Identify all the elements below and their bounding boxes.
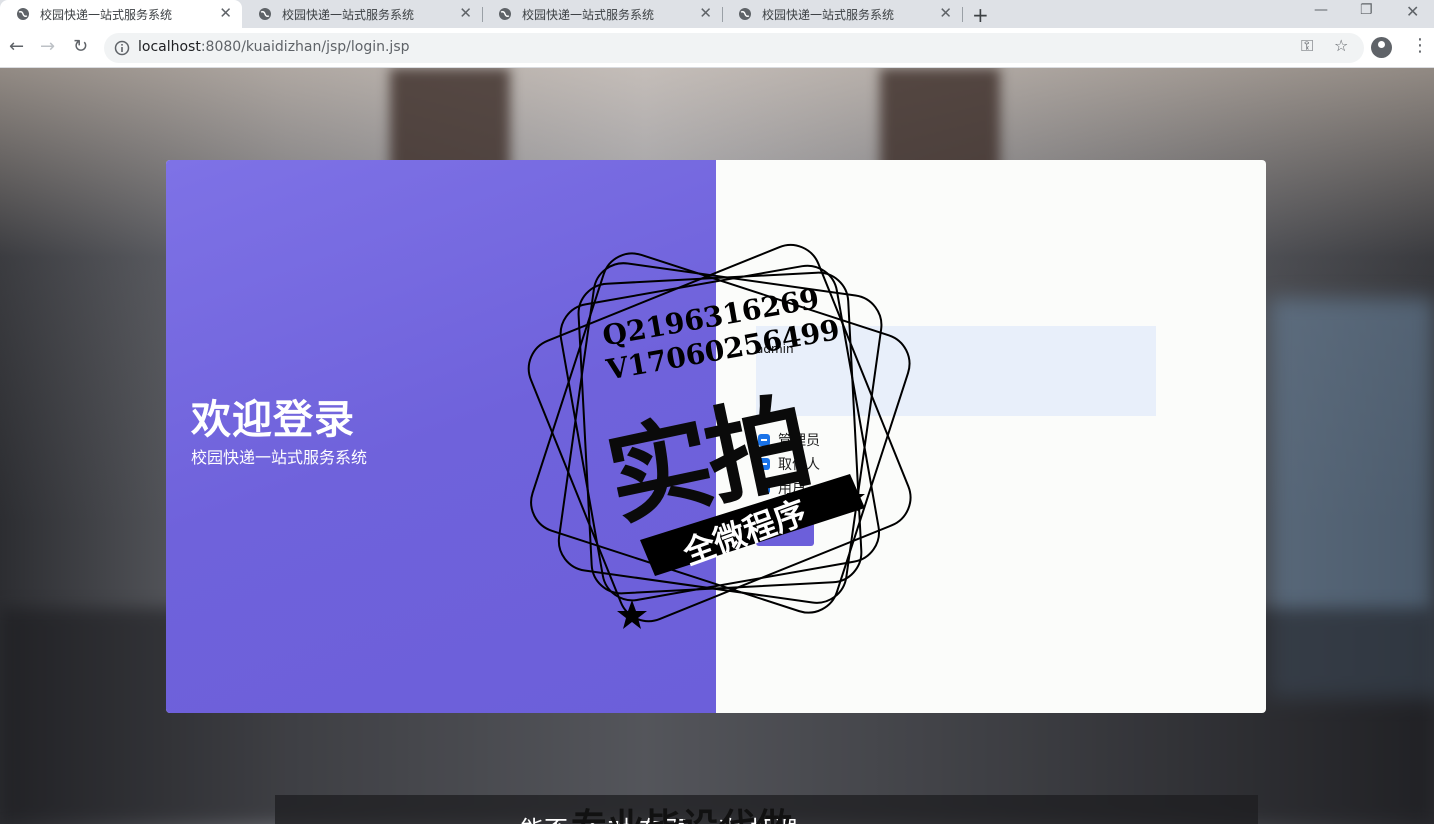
window-close-icon[interactable]: ✕ [1406, 2, 1419, 21]
tab-title: 校园快递一站式服务系统 [282, 7, 415, 22]
url-text: localhost:8080/kuaidizhan/jsp/login.jsp [138, 39, 410, 55]
globe-icon [17, 8, 29, 20]
globe-icon [499, 8, 511, 20]
url-path: :8080/kuaidizhan/jsp/login.jsp [200, 39, 410, 55]
close-tab-icon[interactable]: ✕ [459, 6, 472, 21]
globe-icon [739, 8, 751, 20]
tab-3[interactable]: 校园快递一站式服务系统 ✕ [482, 0, 722, 28]
tab-4[interactable]: 校园快递一站式服务系统 ✕ [722, 0, 962, 28]
tab-1[interactable]: 校园快递一站式服务系统 ✕ [0, 0, 242, 28]
address-bar[interactable]: localhost:8080/kuaidizhan/jsp/login.jsp [104, 33, 1364, 63]
menu-icon[interactable]: ⋮ [1411, 35, 1429, 56]
tab-title: 校园快递一站式服务系统 [40, 7, 173, 22]
welcome-title: 欢迎登录 [191, 397, 355, 443]
tab-title: 校园快递一站式服务系统 [522, 7, 655, 22]
close-tab-icon[interactable]: ✕ [699, 6, 712, 21]
profile-avatar-icon[interactable] [1371, 37, 1392, 58]
welcome-subtitle: 校园快递一站式服务系统 [191, 448, 368, 467]
key-icon[interactable]: ⚿ [1301, 36, 1313, 56]
subtitle-bar: 能否 了 对 有更 一次 把课 专业毕设代做 [275, 795, 1258, 824]
browser-toolbar: ← → ↻ localhost:8080/kuaidizhan/jsp/logi… [0, 28, 1434, 68]
tab-strip: 校园快递一站式服务系统 ✕ 校园快递一站式服务系统 ✕ 校园快递一站式服务系统 … [0, 0, 1434, 28]
page-viewport: 欢迎登录 校园快递一站式服务系统 admin 管理员 取件人 用户 Q21963… [0, 68, 1434, 824]
info-icon[interactable] [114, 40, 130, 56]
globe-icon [259, 8, 271, 20]
forward-icon[interactable]: → [40, 36, 55, 57]
restore-icon[interactable]: ❐ [1360, 2, 1373, 18]
close-tab-icon[interactable]: ✕ [219, 6, 232, 21]
tab-2[interactable]: 校园快递一站式服务系统 ✕ [242, 0, 482, 28]
new-tab-button[interactable]: + [972, 3, 989, 27]
url-host: localhost [138, 39, 201, 55]
reload-icon[interactable]: ↻ [73, 36, 88, 57]
tab-title: 校园快递一站式服务系统 [762, 7, 895, 22]
subtitle-overlay: 专业毕设代做 [571, 798, 793, 824]
close-tab-icon[interactable]: ✕ [939, 6, 952, 21]
tab-separator [962, 7, 963, 22]
star-icon[interactable]: ☆ [1334, 36, 1348, 55]
minimize-icon[interactable]: — [1314, 2, 1328, 18]
back-icon[interactable]: ← [9, 36, 24, 57]
